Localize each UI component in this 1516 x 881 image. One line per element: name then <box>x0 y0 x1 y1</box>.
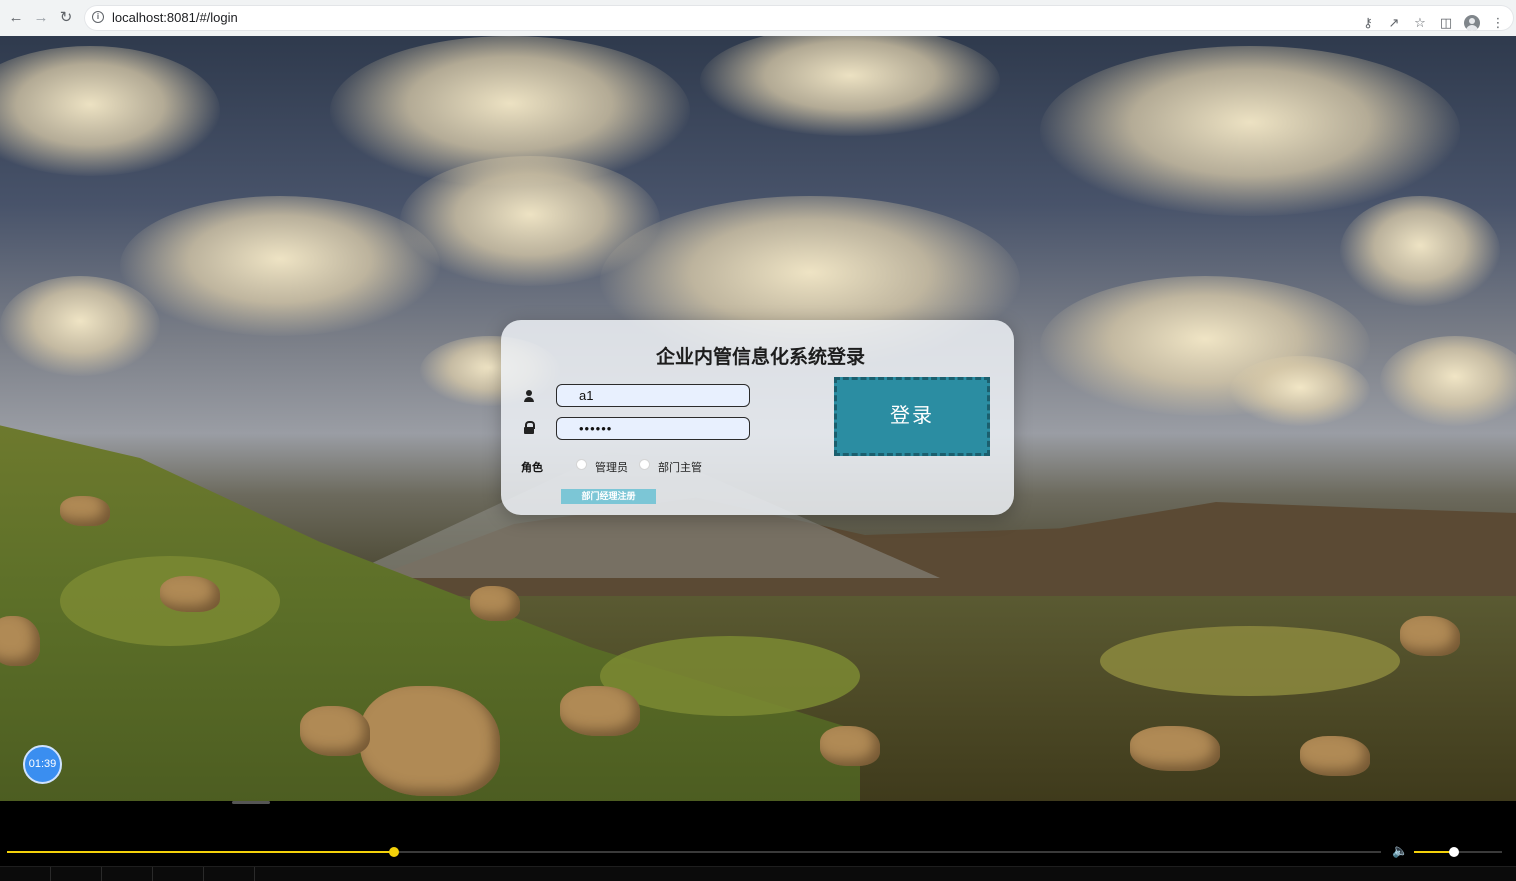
recording-timer-badge[interactable]: 01:39 <box>23 745 62 784</box>
progress-fill <box>7 851 395 853</box>
password-input[interactable] <box>556 417 750 440</box>
user-icon <box>522 389 536 403</box>
key-icon[interactable]: ⚷ <box>1360 15 1376 31</box>
star-icon[interactable]: ☆ <box>1412 15 1428 31</box>
address-bar[interactable]: i localhost:8081/#/login ⚷ ↗ ☆ ◫ ⋮ <box>84 5 1514 31</box>
role-radio-admin[interactable] <box>576 459 587 470</box>
taskbar-strip <box>0 866 1516 881</box>
info-icon[interactable]: i <box>92 11 104 23</box>
role-label-admin[interactable]: 管理员 <box>595 459 628 475</box>
browser-toolbar: ← → ↻ i localhost:8081/#/login ⚷ ↗ ☆ ◫ ⋮ <box>0 0 1516 37</box>
progress-knob[interactable] <box>389 847 400 857</box>
lock-icon <box>522 421 536 435</box>
login-title: 企业内管信息化系统登录 <box>655 347 865 368</box>
kebab-menu-icon[interactable]: ⋮ <box>1490 15 1506 31</box>
back-button[interactable]: ← <box>7 9 25 27</box>
role-label: 角色 <box>521 462 543 474</box>
video-player-bar: 🔈 <box>0 801 1516 881</box>
register-button[interactable]: 部门经理注册 <box>561 489 656 504</box>
url-text[interactable]: localhost:8081/#/login <box>112 10 238 25</box>
role-radio-dept-manager[interactable] <box>639 459 650 470</box>
reload-button[interactable]: ↻ <box>57 9 75 27</box>
side-panel-icon[interactable]: ◫ <box>1438 15 1454 31</box>
volume-icon[interactable]: 🔈 <box>1392 844 1408 858</box>
progress-track[interactable] <box>7 847 1381 857</box>
profile-icon[interactable] <box>1464 15 1480 31</box>
scroll-indicator <box>232 801 270 804</box>
login-card: 企业内管信息化系统登录 角色 管理员 部门主管 部门经理注册 登录 <box>501 320 1014 515</box>
forward-button[interactable]: → <box>32 9 50 27</box>
login-button[interactable]: 登录 <box>834 377 990 456</box>
volume-fill <box>1414 851 1454 853</box>
volume-track[interactable] <box>1414 847 1502 857</box>
username-input[interactable] <box>556 384 750 407</box>
role-label-dept-manager[interactable]: 部门主管 <box>658 459 702 475</box>
share-icon[interactable]: ↗ <box>1386 15 1402 31</box>
volume-knob[interactable] <box>1448 847 1459 857</box>
